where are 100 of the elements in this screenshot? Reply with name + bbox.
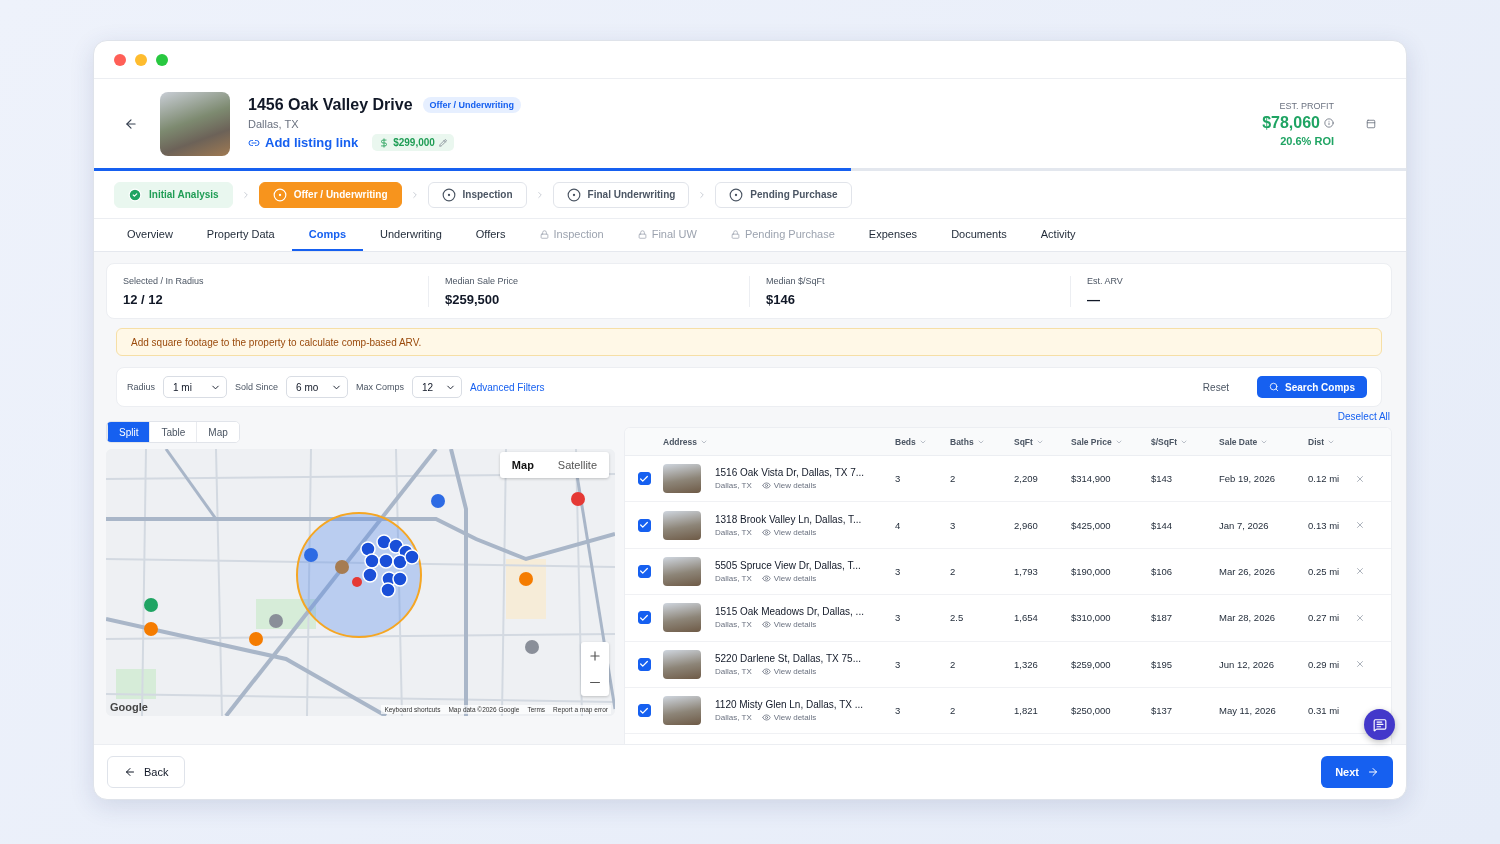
row-checkbox[interactable] — [637, 657, 651, 671]
photo-placeholder — [160, 91, 230, 156]
column-header[interactable]: Dist — [1308, 436, 1336, 447]
row-checkbox[interactable] — [637, 518, 651, 532]
stage-step[interactable]: Final Underwriting — [552, 181, 690, 208]
stage-step[interactable]: Pending Purchase — [715, 181, 852, 208]
table-cell-text: 0.29 mi — [1308, 658, 1341, 670]
view-details-link[interactable]: View details — [761, 666, 817, 676]
stat-value: 12 / 12 — [123, 291, 164, 307]
view-details-link[interactable]: View details — [761, 573, 817, 583]
add-listing-link[interactable]: Add listing link — [248, 135, 359, 150]
table-cell-text: Jun 12, 2026 — [1219, 658, 1275, 670]
warning-alert: Add square footage to the property to calculate comp-based ARV. — [116, 328, 1382, 356]
minimize-window-dot[interactable] — [135, 53, 147, 66]
tab[interactable]: Activity — [1023, 219, 1093, 251]
tab[interactable]: Documents — [934, 219, 1024, 251]
table-cell-text: 3 — [895, 565, 902, 577]
advanced-filters-link[interactable]: Advanced Filters — [470, 381, 545, 393]
info-icon — [1324, 117, 1334, 128]
stat-value: $259,500 — [445, 291, 501, 307]
table-cell-text: $187 — [1151, 612, 1174, 624]
table-cell-text: 3 — [895, 658, 902, 670]
close-window-dot[interactable] — [114, 53, 126, 66]
view-mode-tab[interactable]: Split — [107, 422, 150, 442]
table-cell-text: $143 — [1151, 473, 1174, 485]
plus-icon — [588, 648, 602, 663]
eye-icon — [761, 713, 771, 723]
table-cell-text: 2,960 — [1014, 519, 1039, 531]
radio-dot-icon — [441, 187, 456, 202]
table-cell-text: 1,326 — [1014, 658, 1039, 670]
table-cell-text: 2 — [950, 473, 957, 485]
next-button[interactable]: Next — [1321, 756, 1393, 788]
back-button[interactable]: Back — [107, 756, 186, 788]
column-header[interactable]: Sale Date — [1219, 436, 1269, 447]
view-details-link[interactable]: View details — [761, 713, 817, 723]
tab[interactable]: Expenses — [851, 219, 935, 251]
eye-icon — [761, 573, 771, 583]
reset-button[interactable]: Reset — [1196, 380, 1235, 394]
table-cell-text: 2 — [950, 705, 957, 717]
view-mode-tab[interactable]: Map — [196, 422, 239, 442]
filter-label: Radius — [127, 382, 155, 392]
row-checkbox[interactable] — [637, 564, 651, 578]
column-header[interactable]: Baths — [950, 436, 985, 447]
lock-icon — [539, 229, 549, 239]
table-cell-text: 0.12 mi — [1308, 473, 1341, 485]
filter-select[interactable]: 12 — [412, 376, 463, 398]
pencil-icon — [438, 138, 447, 147]
radio-dot-icon — [566, 187, 581, 202]
filter-select[interactable]: 6 mo — [286, 376, 349, 398]
comp-address: 1318 Brook Valley Ln, Dallas, T... — [715, 513, 863, 525]
search-comps-button[interactable]: Search Comps — [1256, 376, 1367, 398]
property-title: 1456 Oak Valley Drive — [248, 96, 413, 114]
map-logo: Google — [110, 701, 148, 713]
back-arrow-button[interactable] — [124, 116, 138, 131]
table-cell-text: $137 — [1151, 705, 1174, 717]
filter-select[interactable]: 1 mi — [163, 376, 227, 398]
stage-step[interactable]: Inspection — [427, 181, 527, 208]
search-icon — [1268, 382, 1279, 392]
table-cell-text: 0.13 mi — [1308, 519, 1341, 531]
table-cell-text: 4 — [895, 519, 902, 531]
comp-city: Dallas, TX — [715, 481, 752, 491]
row-checkbox[interactable] — [637, 611, 651, 625]
table-cell-text: $259,000 — [1071, 658, 1112, 670]
filter-label: Max Comps — [356, 382, 405, 392]
eye-icon — [761, 481, 771, 491]
arrow-left-icon — [124, 116, 138, 131]
table-cell-text: 2 — [950, 565, 957, 577]
table-cell-text: 3 — [895, 473, 902, 485]
photo-placeholder — [663, 603, 701, 633]
table-cell-text: Mar 28, 2026 — [1219, 612, 1276, 624]
map-type-button[interactable]: Map — [499, 452, 546, 478]
column-header[interactable]: SqFt — [1014, 436, 1044, 447]
table-cell-text: 2 — [950, 658, 957, 670]
table-cell-text: 0.31 mi — [1308, 705, 1341, 717]
comp-city: Dallas, TX — [715, 666, 752, 676]
view-details-link[interactable]: View details — [761, 620, 817, 630]
tab[interactable]: Overview — [110, 219, 190, 251]
row-checkbox[interactable] — [637, 704, 651, 718]
table-cell-text: $425,000 — [1071, 519, 1112, 531]
table-cell-text: 0.27 mi — [1308, 612, 1341, 624]
view-details-link[interactable]: View details — [761, 527, 817, 537]
view-details-link[interactable]: View details — [761, 481, 817, 491]
row-checkbox[interactable] — [637, 472, 651, 486]
property-location: Dallas, TX — [248, 118, 300, 130]
deselect-all-link[interactable]: Deselect All — [1337, 411, 1390, 427]
maximize-window-dot[interactable] — [156, 53, 168, 66]
eye-icon — [761, 666, 771, 676]
tab[interactable]: Offers — [458, 219, 523, 251]
map-type-button[interactable]: Satellite — [545, 452, 609, 478]
column-header[interactable]: Beds — [895, 436, 927, 447]
profit-value: $78,060 — [1262, 113, 1320, 132]
comp-address: 5220 Darlene St, Dallas, TX 75... — [715, 652, 862, 664]
tab[interactable]: Underwriting — [363, 219, 459, 251]
column-header[interactable]: Sale Price — [1071, 436, 1123, 447]
column-header[interactable]: Address — [663, 436, 708, 447]
table-cell-text: $190,000 — [1071, 565, 1112, 577]
comp-address: 5505 Spruce View Dr, Dallas, T... — [715, 559, 862, 571]
column-header[interactable]: $/SqFt — [1151, 436, 1188, 447]
panel-icon[interactable] — [1366, 118, 1376, 129]
tab[interactable]: Property Data — [189, 219, 292, 251]
